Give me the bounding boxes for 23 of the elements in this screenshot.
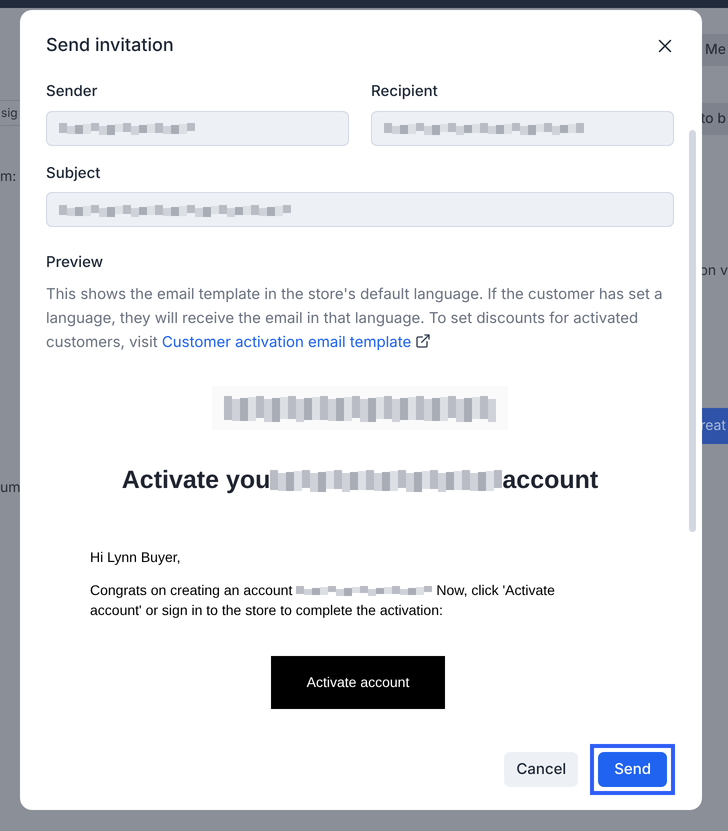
template-link[interactable]: Customer activation email template [162,332,412,350]
background-text: m: [0,167,16,187]
email-heading: Activate you [122,464,270,496]
dialog-title: Send invitation [46,34,174,58]
field-label: Recipient [371,80,439,102]
input-field[interactable] [371,110,674,146]
email-body: Congrats on creating an account [90,581,292,600]
input-field[interactable] [46,110,349,146]
background-text: um [0,478,21,498]
scrollbar[interactable] [688,130,696,532]
field-label: Sender [46,80,98,102]
preview-description: This shows the email template in the store's default language. If the customer has set a language, they will receive the email in that language. To set discounts for activated customers, visit Customer activation email template [46,282,664,352]
email-greeting: Hi Lynn Buyer, [90,548,182,567]
activate-account-button[interactable]: Activate account [270,656,446,709]
cancel-button[interactable]: Cancel [504,752,578,786]
email-heading: account [502,464,598,496]
email-body: account' or sign in to the store to complete the activation: [90,601,443,620]
email-body: Now, click 'Activate [436,581,555,600]
field-label: Subject [46,162,102,184]
send-button[interactable]: Send [598,752,667,786]
preview-label: Preview [46,251,104,273]
external-link-icon[interactable] [415,332,432,348]
input-field[interactable] [46,192,674,227]
